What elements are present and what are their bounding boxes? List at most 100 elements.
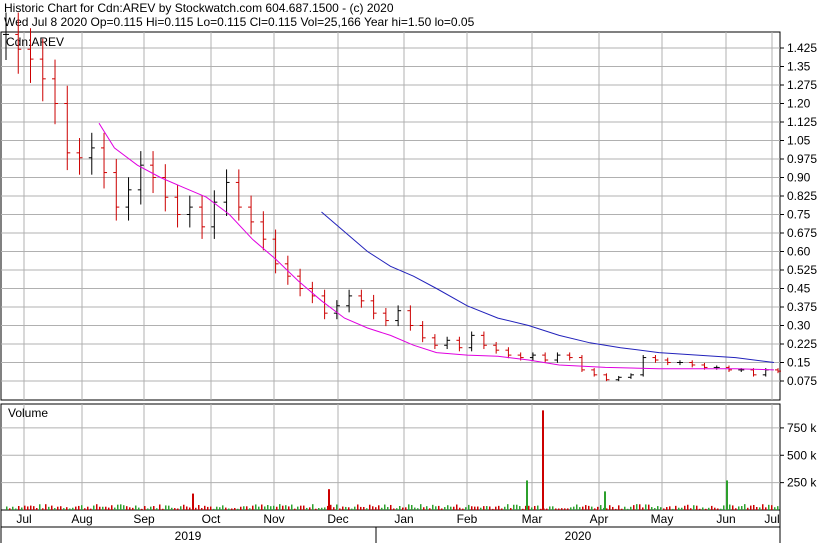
price-tick-label: 0.825 (787, 189, 817, 203)
volume-bar (111, 505, 113, 510)
volume-bar (114, 507, 116, 510)
volume-bar (105, 506, 107, 510)
month-label: Apr (590, 512, 609, 526)
volume-bar (604, 491, 606, 510)
volume-bar (312, 504, 314, 510)
volume-bar (108, 507, 110, 510)
volume-bar (249, 508, 251, 510)
volume-bar (477, 506, 479, 510)
volume-bar (747, 507, 749, 510)
volume-bar (354, 506, 356, 510)
volume-bar (339, 508, 341, 510)
volume-bar (558, 508, 560, 510)
volume-bar (639, 504, 641, 510)
year-label: 2019 (175, 529, 202, 543)
volume-bar (384, 504, 386, 510)
volume-bar (441, 508, 443, 510)
volume-bar (534, 505, 536, 510)
volume-bar (450, 506, 452, 510)
volume-bar (174, 508, 176, 510)
volume-bar (210, 506, 212, 510)
volume-bar (405, 507, 407, 510)
volume-bar (462, 508, 464, 510)
volume-bar (267, 505, 269, 510)
volume-bar (228, 508, 230, 510)
volume-bar (222, 505, 224, 510)
price-tick-label: 1.125 (787, 115, 817, 129)
volume-bar (723, 505, 725, 510)
price-tick-label: 1.35 (787, 60, 811, 74)
price-tick-label: 0.075 (787, 374, 817, 388)
volume-bar (672, 508, 674, 510)
volume-bar (510, 508, 512, 510)
volume-bar (492, 508, 494, 510)
price-tick-label: 0.75 (787, 208, 811, 222)
month-label: Jul (764, 512, 779, 526)
volume-bar (456, 504, 458, 510)
volume-bar (360, 506, 362, 510)
volume-bar (318, 507, 320, 510)
volume-bar (675, 505, 677, 510)
volume-bar (102, 506, 104, 510)
volume-bar (426, 506, 428, 510)
volume-bar (285, 505, 287, 510)
volume-bar (276, 506, 278, 510)
price-panel (0, 31, 781, 401)
price-tick-label: 0.675 (787, 226, 817, 240)
volume-bar (630, 506, 632, 510)
volume-bar (309, 507, 311, 510)
volume-bar (597, 506, 599, 510)
volume-bar (732, 505, 734, 510)
volume-title: Volume (8, 406, 48, 420)
volume-bar (402, 507, 404, 510)
volume-bar (252, 505, 254, 510)
volume-bar (645, 504, 647, 510)
volume-bar (591, 506, 593, 510)
volume-bar (90, 508, 92, 510)
volume-bar (33, 506, 35, 510)
volume-bar (588, 505, 590, 510)
volume-bar (369, 504, 371, 510)
volume-bar (363, 506, 365, 510)
volume-bar (495, 506, 497, 510)
volume-bar (459, 507, 461, 510)
price-tick-label: 0.15 (787, 356, 811, 370)
volume-bar (642, 507, 644, 510)
volume-bar (36, 508, 38, 510)
volume-bar (375, 507, 377, 510)
volume-bar (219, 507, 221, 510)
price-tick-label: 0.30 (787, 319, 811, 333)
volume-bar (132, 507, 134, 510)
volume-bar (615, 508, 617, 510)
volume-bar (345, 506, 347, 510)
volume-bar (51, 505, 53, 510)
volume-bar (351, 508, 353, 510)
volume-bar (519, 506, 521, 510)
volume-bar (198, 505, 200, 510)
volume-bar (42, 508, 44, 510)
volume-bar (81, 505, 83, 510)
volume-bar (516, 504, 518, 510)
volume-bar (378, 505, 380, 510)
volume-bar (117, 504, 119, 510)
volume-bar (48, 506, 50, 510)
volume-bar (546, 508, 548, 510)
volume-bar (570, 507, 572, 510)
volume-bar (414, 507, 416, 510)
volume-bar (93, 505, 95, 510)
volume-bar (531, 507, 533, 510)
volume-bar (708, 507, 710, 510)
volume-bar (750, 505, 752, 510)
month-label: Nov (263, 512, 284, 526)
volume-bar (528, 505, 530, 510)
volume-bar (273, 505, 275, 510)
volume-bar (288, 506, 290, 510)
volume-bar (138, 507, 140, 510)
volume-bar (30, 505, 32, 510)
volume-bar (78, 505, 80, 510)
volume-bar (627, 508, 629, 510)
volume-bar (165, 505, 167, 510)
month-label: Jul (16, 512, 31, 526)
volume-bar (393, 508, 395, 510)
volume-bar (15, 508, 17, 510)
